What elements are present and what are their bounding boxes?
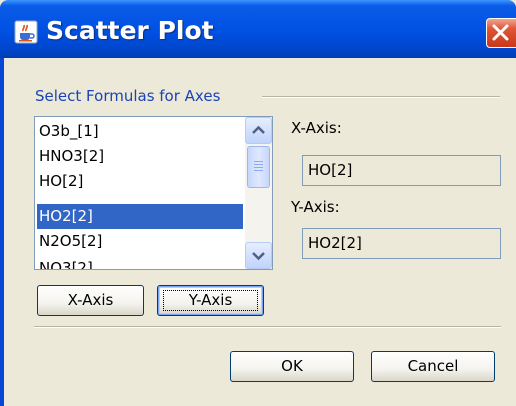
focus-ring xyxy=(163,290,258,311)
scroll-up-icon xyxy=(252,125,265,134)
close-button[interactable] xyxy=(486,18,516,48)
cancel-button[interactable]: Cancel xyxy=(371,351,495,382)
set-y-axis-button[interactable]: Y-Axis xyxy=(157,285,264,316)
ok-button[interactable]: OK xyxy=(230,351,354,382)
scroll-down-button[interactable] xyxy=(245,242,272,269)
java-cup-icon xyxy=(14,20,38,44)
list-item[interactable]: O3b_[1] xyxy=(37,119,243,144)
title-bar[interactable]: Scatter Plot xyxy=(0,0,516,58)
scatter-plot-dialog: Scatter Plot Select Formulas for Axes O3… xyxy=(0,0,516,406)
grip-icon xyxy=(254,161,263,171)
bottom-separator xyxy=(34,326,501,328)
list-scrollbar[interactable] xyxy=(245,117,272,269)
list-item[interactable]: HNO3[2] xyxy=(37,144,243,169)
list-item[interactable]: N2O5[2] xyxy=(37,229,243,254)
x-axis-field: HO[2] xyxy=(302,155,501,186)
y-axis-label: Y-Axis: xyxy=(291,198,340,216)
list-item[interactable]: NO3[2] xyxy=(37,256,243,269)
list-item-selected[interactable]: HO2[2] xyxy=(37,204,243,229)
close-icon xyxy=(492,24,509,41)
scroll-thumb[interactable] xyxy=(247,146,270,188)
group-title: Select Formulas for Axes xyxy=(35,87,221,105)
group-divider xyxy=(262,96,500,98)
scroll-down-icon xyxy=(252,252,265,261)
x-axis-label: X-Axis: xyxy=(291,119,342,137)
list-item[interactable]: HO[2] xyxy=(37,169,243,194)
set-x-axis-button[interactable]: X-Axis xyxy=(37,285,144,316)
window-title: Scatter Plot xyxy=(46,16,214,45)
scroll-up-button[interactable] xyxy=(245,117,272,144)
formula-list[interactable]: O3b_[1] HNO3[2] HO[2] HO2[2] N2O5[2] NO3… xyxy=(34,116,273,270)
y-axis-field: HO2[2] xyxy=(302,228,501,259)
